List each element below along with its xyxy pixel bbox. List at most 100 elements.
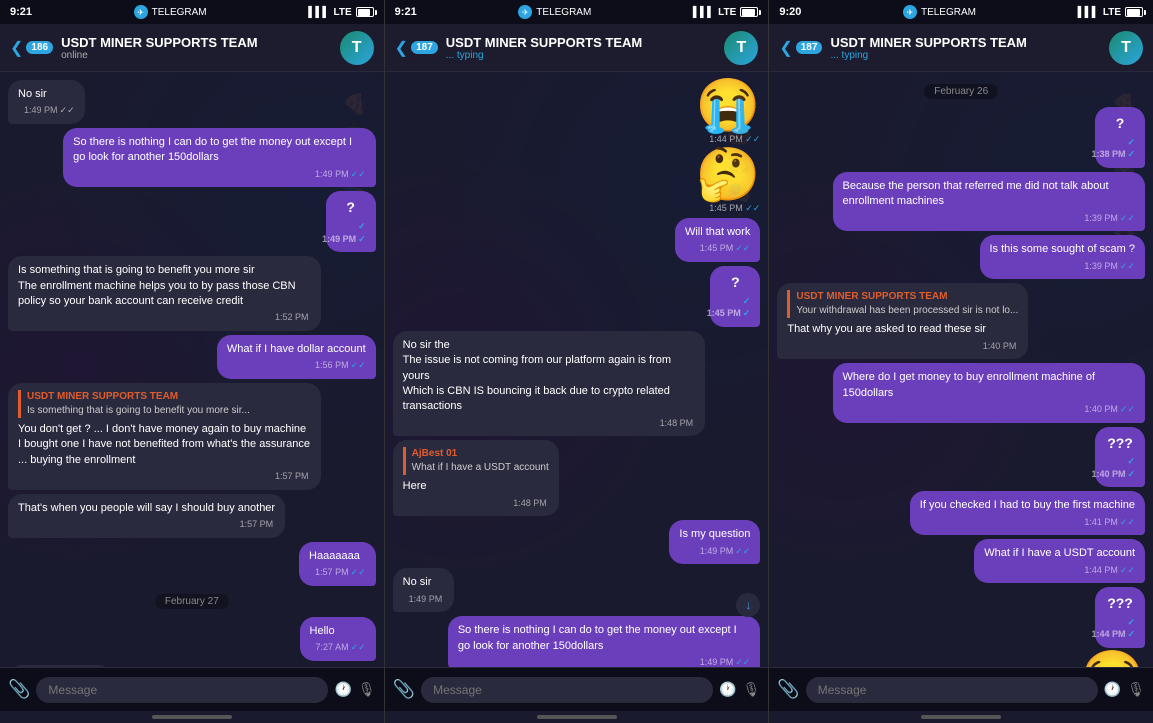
chat-subtitle: ... typing	[446, 50, 717, 61]
lte-label: LTE	[334, 7, 352, 18]
message-time: 1:48 PM	[513, 497, 547, 510]
message-input[interactable]	[421, 677, 713, 703]
status-center: ✈ TELEGRAM	[518, 5, 591, 19]
message-text: Will that work	[685, 226, 750, 238]
message-bubble: Good morning sir 7:27 AM	[8, 665, 112, 667]
signal-icon: ▌▌▌	[1078, 7, 1099, 18]
message-bubble: AjBest 01 What if I have a USDT account …	[393, 440, 559, 516]
header-info: USDT MINER SUPPORTS TEAM online	[61, 35, 332, 61]
message-footer: 1:57 PM ✓✓	[309, 566, 366, 579]
message-bubble: So there is nothing I can do to get the …	[63, 128, 376, 187]
message-footer: 1:39 PM ✓✓	[843, 212, 1136, 225]
scroll-down-button[interactable]: ↓	[736, 593, 760, 617]
message-text: What if I have dollar account	[227, 343, 366, 355]
chat-area: February 26? 1:38 PM ✓✓ Because the pers…	[769, 72, 1153, 667]
avatar: T	[724, 31, 758, 65]
mic-icon[interactable]: 🎙	[1127, 681, 1145, 698]
status-bar: 9:21 ✈ TELEGRAM ▌▌▌ LTE	[385, 0, 769, 24]
avatar: T	[1109, 31, 1143, 65]
message-time: 1:40 PM	[1084, 403, 1118, 416]
message-footer: 1:57 PM	[18, 470, 311, 483]
telegram-label: TELEGRAM	[921, 7, 976, 18]
telegram-icon: ✈	[134, 5, 148, 19]
attachment-icon[interactable]: 📎	[8, 679, 30, 700]
message-bubble: ? 1:45 PM ✓✓	[710, 266, 760, 327]
message-footer: 1:49 PM ✓✓	[73, 168, 366, 181]
back-badge[interactable]: ❮ 186	[10, 38, 53, 58]
home-indicator	[152, 715, 232, 719]
attachment-icon[interactable]: 📎	[777, 679, 799, 700]
check-marks: ✓✓	[743, 295, 751, 320]
message-time: 1:39 PM	[1084, 260, 1118, 273]
battery-icon	[1125, 7, 1143, 17]
back-badge[interactable]: ❮ 187	[779, 38, 822, 58]
message-input[interactable]	[36, 677, 328, 703]
chat-header: ❮ 187 USDT MINER SUPPORTS TEAM ... typin…	[385, 24, 769, 72]
message-time: 1:49 PM	[700, 545, 734, 558]
lte-label: LTE	[1103, 7, 1121, 18]
message-time: 1:40 PM	[983, 340, 1017, 353]
message-bubble: Is something that is going to benefit yo…	[8, 256, 321, 331]
message-bubble: ??? 1:44 PM ✓✓	[1095, 587, 1145, 648]
message-time: 1:57 PM	[315, 566, 349, 579]
chat-header: ❮ 186 USDT MINER SUPPORTS TEAM online T	[0, 24, 384, 72]
home-indicator	[537, 715, 617, 719]
telegram-label: TELEGRAM	[536, 7, 591, 18]
message-bubble: Haaaaaaa 1:57 PM ✓✓	[299, 542, 376, 586]
message-footer: 1:49 PM ✓✓	[336, 220, 366, 245]
message-text: ?	[731, 274, 740, 290]
message-input[interactable]	[806, 677, 1098, 703]
check-marks: ✓✓	[1127, 616, 1135, 641]
signal-icon: ▌▌▌	[308, 7, 329, 18]
message-footer: 1:44 PM ✓✓	[1105, 616, 1135, 641]
message-text: What if I have a USDT account	[984, 547, 1135, 559]
message-text: Is this some sought of scam ?	[990, 243, 1136, 255]
message-text: ?	[1116, 115, 1125, 131]
check-marks: ✓✓	[1127, 136, 1135, 161]
header-info: USDT MINER SUPPORTS TEAM ... typing	[446, 35, 717, 61]
chat-title: USDT MINER SUPPORTS TEAM	[830, 35, 1101, 50]
message-bubble: Hello 7:27 AM ✓✓	[300, 617, 376, 661]
check-marks: ✓✓	[351, 641, 366, 654]
message-text: No sir	[403, 576, 432, 588]
quoted-message: USDT MINER SUPPORTS TEAM Is something th…	[18, 390, 311, 418]
msg-time: 1:44 PM ✓✓	[696, 134, 761, 145]
clock-icon[interactable]: 🕐	[334, 681, 351, 698]
message-text: No sir theThe issue is not coming from o…	[403, 339, 671, 413]
back-badge[interactable]: ❮ 187	[395, 38, 438, 58]
input-bar: 📎 🕐 🎙	[385, 667, 769, 711]
message-footer: 1:44 PM ✓✓	[984, 564, 1135, 577]
mic-icon[interactable]: 🎙	[358, 681, 376, 698]
quoted-message: USDT MINER SUPPORTS TEAM Your withdrawal…	[787, 290, 1018, 318]
status-time: 9:20	[779, 6, 801, 18]
emoji-bubble: 😭	[696, 80, 761, 132]
message-bubble: Will that work 1:45 PM ✓✓	[675, 218, 760, 262]
signal-icon: ▌▌▌	[693, 7, 714, 18]
clock-icon[interactable]: 🕐	[719, 681, 736, 698]
message-text: Is something that is going to benefit yo…	[18, 264, 296, 307]
message-time: 1:52 PM	[275, 311, 309, 324]
emoji-message: 😭 1:44 PM ✓✓	[1080, 652, 1145, 667]
quoted-text: What if I have a USDT account	[412, 461, 549, 475]
message-time: 1:49 PM	[322, 233, 356, 246]
attachment-icon[interactable]: 📎	[393, 679, 415, 700]
telegram-label: TELEGRAM	[152, 7, 207, 18]
message-time: 1:49 PM	[24, 104, 58, 117]
back-arrow-icon: ❮	[779, 38, 792, 58]
mic-icon[interactable]: 🎙	[743, 681, 761, 698]
check-marks: ✓✓	[735, 242, 750, 255]
input-bar: 📎 🕐 🎙	[0, 667, 384, 711]
message-footer: 7:27 AM ✓✓	[310, 641, 366, 654]
chat-subtitle: online	[61, 50, 332, 61]
check-marks: ✓✓	[1120, 260, 1135, 273]
check-marks: ✓✓	[351, 168, 366, 181]
message-footer: 1:40 PM ✓✓	[1105, 455, 1135, 480]
message-bubble: No sir 1:49 PM	[393, 568, 455, 612]
status-center: ✈ TELEGRAM	[134, 5, 207, 19]
message-footer: 1:52 PM	[18, 311, 311, 324]
status-time: 9:21	[395, 6, 417, 18]
message-text: That's when you people will say I should…	[18, 502, 275, 514]
telegram-icon: ✈	[518, 5, 532, 19]
clock-icon[interactable]: 🕐	[1104, 681, 1121, 698]
message-time: 1:44 PM	[1091, 628, 1125, 641]
